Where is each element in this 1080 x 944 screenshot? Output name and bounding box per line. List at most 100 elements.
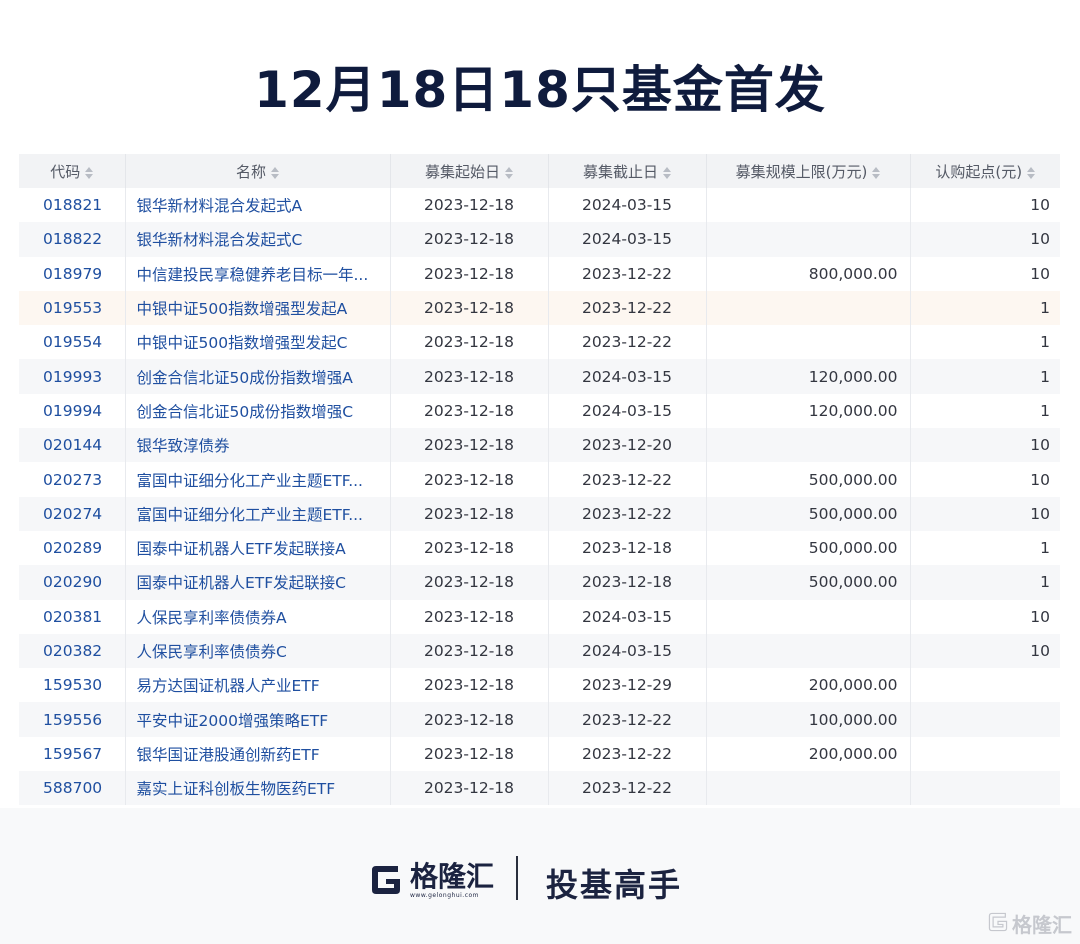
brand-name: 格隆汇 bbox=[410, 859, 495, 893]
start-date-cell: 2023-12-18 bbox=[390, 428, 549, 463]
fund-name-cell[interactable]: 国泰中证机器人ETF发起联接C bbox=[125, 565, 391, 600]
table-body: 018821 银华新材料混合发起式A 2023-12-18 2024-03-15 10 0… bbox=[19, 188, 1060, 806]
fund-name-cell[interactable]: 富国中证细分化工产业主题ETF... bbox=[125, 496, 391, 531]
table-row[interactable]: 020273 富国中证细分化工产业主题ETF... 2023-12-18 2023-1… bbox=[19, 462, 1060, 497]
table-row[interactable]: 019553 中银中证500指数增强型发起A 2023-12-18 2023-12-2… bbox=[19, 290, 1060, 326]
end-date-cell: 2023-12-20 bbox=[548, 428, 707, 463]
min-subscription-cell: 10 bbox=[910, 633, 1060, 669]
sort-icon[interactable] bbox=[663, 166, 671, 179]
fund-code-cell[interactable]: 020290 bbox=[19, 565, 126, 600]
brand-logo[interactable]: 格隆汇 www.gelonghui.com bbox=[368, 858, 494, 902]
start-date-cell: 2023-12-18 bbox=[390, 222, 549, 257]
fund-code-cell[interactable]: 019554 bbox=[19, 325, 126, 360]
column-header-code[interactable]: 代码 bbox=[19, 154, 126, 188]
end-date-cell: 2024-03-15 bbox=[548, 599, 707, 634]
sort-icon[interactable] bbox=[505, 166, 513, 179]
fund-name-cell[interactable]: 创金合信北证50成份指数增强A bbox=[125, 359, 391, 394]
fund-code-cell[interactable]: 018979 bbox=[19, 256, 126, 291]
sort-icon[interactable] bbox=[271, 166, 279, 179]
table-row[interactable]: 020381 人保民享利率债债券A 2023-12-18 2024-03-15 10 bbox=[19, 599, 1060, 634]
min-subscription-cell: 10 bbox=[1030, 470, 1050, 489]
fund-name-cell[interactable]: 创金合信北证50成份指数增强C bbox=[125, 393, 391, 429]
fund-name-cell[interactable]: 平安中证2000增强策略ETF bbox=[125, 702, 391, 737]
min-subscription-cell: 1 bbox=[910, 565, 1060, 600]
table-row[interactable]: 018821 银华新材料混合发起式A 2023-12-18 2024-03-15 10 bbox=[19, 188, 1060, 223]
min-subscription-cell: 10 bbox=[1030, 264, 1050, 283]
column-header-min-subscription[interactable]: 认购起点(元) bbox=[910, 154, 1060, 188]
size-limit-cell: 120,000.00 bbox=[706, 393, 911, 429]
table-row[interactable]: 159556 平安中证2000增强策略ETF 2023-12-18 2023-12-2… bbox=[19, 702, 1060, 737]
min-subscription-cell: 1 bbox=[1040, 401, 1050, 420]
fund-code-cell[interactable]: 588700 bbox=[19, 771, 126, 806]
footer-slogan: 投基高手 bbox=[546, 866, 683, 904]
end-date-cell: 2024-03-15 bbox=[548, 359, 707, 394]
end-date-cell: 2023-12-22 bbox=[548, 496, 707, 531]
end-date-cell: 2023-12-22 bbox=[548, 771, 707, 806]
size-limit-cell bbox=[706, 188, 911, 223]
min-subscription-cell: 1 bbox=[1040, 333, 1050, 352]
fund-name-cell[interactable]: 人保民享利率债债券A bbox=[125, 599, 391, 634]
table-row[interactable]: 020144 银华致淳债券 2023-12-18 2023-12-20 10 bbox=[19, 428, 1060, 463]
fund-name-cell[interactable]: 银华国证港股通创新药ETF bbox=[125, 736, 391, 772]
table-row[interactable]: 020274 富国中证细分化工产业主题ETF... 2023-12-18 2023-1… bbox=[19, 496, 1060, 531]
fund-code-cell[interactable]: 020274 bbox=[19, 496, 126, 531]
fund-name-cell[interactable]: 银华致淳债券 bbox=[125, 428, 391, 463]
min-subscription-cell: 10 bbox=[1030, 607, 1050, 626]
table-row[interactable]: 018979 中信建投民享稳健养老目标一年... 2023-12-18 2023-12… bbox=[19, 256, 1060, 291]
table-row[interactable]: 020382 人保民享利率债债券C 2023-12-18 2024-03-15 10 bbox=[19, 633, 1060, 669]
fund-code-cell[interactable]: 019994 bbox=[19, 393, 126, 429]
start-date-cell: 2023-12-18 bbox=[390, 359, 549, 394]
table-row[interactable]: 020290 国泰中证机器人ETF发起联接C 2023-12-18 2023-12-1… bbox=[19, 565, 1060, 600]
watermark-g-icon bbox=[987, 911, 1009, 937]
fund-code-cell[interactable]: 020381 bbox=[19, 599, 126, 634]
table-row[interactable]: 019554 中银中证500指数增强型发起C 2023-12-18 2023-12-2… bbox=[19, 325, 1060, 360]
end-date-cell: 2024-03-15 bbox=[548, 188, 707, 223]
fund-name-cell[interactable]: 中银中证500指数增强型发起A bbox=[125, 290, 391, 326]
fund-code-cell[interactable]: 159567 bbox=[19, 736, 126, 772]
fund-code-cell[interactable]: 020144 bbox=[19, 428, 126, 463]
table-row[interactable]: 159530 易方达国证机器人产业ETF 2023-12-18 2023-12-29 2… bbox=[19, 668, 1060, 703]
fund-name-cell[interactable]: 中银中证500指数增强型发起C bbox=[125, 325, 391, 360]
table-row[interactable]: 020289 国泰中证机器人ETF发起联接A 2023-12-18 2023-12-1… bbox=[19, 530, 1060, 566]
fund-table-wrapper: 代码 名称 募集起始日 募集截止日 募集规模上限(万元) 认购起点(元) 018… bbox=[19, 154, 1060, 806]
brand-url: www.gelonghui.com bbox=[410, 891, 480, 899]
table-row[interactable]: 159567 银华国证港股通创新药ETF 2023-12-18 2023-12-22 2… bbox=[19, 736, 1060, 772]
table-row[interactable]: 588700 嘉实上证科创板生物医药ETF 2023-12-18 2023-12-22 bbox=[19, 771, 1060, 806]
min-subscription-cell: 10 bbox=[910, 222, 1060, 257]
column-header-end-date[interactable]: 募集截止日 bbox=[548, 154, 707, 188]
fund-name-cell[interactable]: 中信建投民享稳健养老目标一年... bbox=[125, 256, 391, 291]
start-date-cell: 2023-12-18 bbox=[390, 393, 549, 429]
start-date-cell: 2023-12-18 bbox=[390, 462, 549, 497]
fund-code-cell[interactable]: 019553 bbox=[19, 290, 126, 326]
fund-code-cell[interactable]: 018822 bbox=[19, 222, 126, 257]
sort-icon[interactable] bbox=[872, 166, 881, 179]
fund-name-cell[interactable]: 易方达国证机器人产业ETF bbox=[125, 668, 391, 703]
fund-name-cell[interactable]: 银华新材料混合发起式C bbox=[125, 222, 391, 257]
table-row[interactable]: 019993 创金合信北证50成份指数增强A 2023-12-18 2024-03-1… bbox=[19, 359, 1060, 394]
column-header-start-date[interactable]: 募集起始日 bbox=[390, 154, 549, 188]
sort-icon[interactable] bbox=[1027, 166, 1036, 179]
fund-name-cell[interactable]: 银华新材料混合发起式A bbox=[125, 188, 391, 223]
sort-icon[interactable] bbox=[85, 166, 94, 179]
min-subscription-cell bbox=[910, 771, 1060, 806]
column-header-name[interactable]: 名称 bbox=[125, 154, 391, 188]
fund-name-cell[interactable]: 人保民享利率债债券C bbox=[125, 633, 391, 669]
end-date-cell: 2023-12-22 bbox=[548, 702, 707, 737]
fund-code-cell[interactable]: 020289 bbox=[19, 530, 126, 566]
fund-code-cell[interactable]: 018821 bbox=[19, 188, 126, 223]
column-header-size-limit[interactable]: 募集规模上限(万元) bbox=[706, 154, 911, 188]
end-date-cell: 2023-12-22 bbox=[548, 290, 707, 326]
fund-code-cell[interactable]: 159530 bbox=[19, 668, 126, 703]
end-date-cell: 2023-12-29 bbox=[548, 668, 707, 703]
fund-code-cell[interactable]: 020382 bbox=[19, 633, 126, 669]
table-row[interactable]: 019994 创金合信北证50成份指数增强C 2023-12-18 2024-03-1… bbox=[19, 393, 1060, 429]
fund-code-cell[interactable]: 019993 bbox=[19, 359, 126, 394]
fund-code-cell[interactable]: 020273 bbox=[19, 462, 126, 497]
fund-name-cell[interactable]: 国泰中证机器人ETF发起联接A bbox=[125, 530, 391, 566]
size-limit-cell: 120,000.00 bbox=[706, 359, 911, 394]
table-row[interactable]: 018822 银华新材料混合发起式C 2023-12-18 2024-03-15 10 bbox=[19, 222, 1060, 257]
min-subscription-cell: 1 bbox=[1040, 539, 1050, 558]
fund-name-cell[interactable]: 嘉实上证科创板生物医药ETF bbox=[125, 771, 391, 806]
fund-code-cell[interactable]: 159556 bbox=[19, 702, 126, 737]
fund-name-cell[interactable]: 富国中证细分化工产业主题ETF... bbox=[125, 462, 391, 497]
